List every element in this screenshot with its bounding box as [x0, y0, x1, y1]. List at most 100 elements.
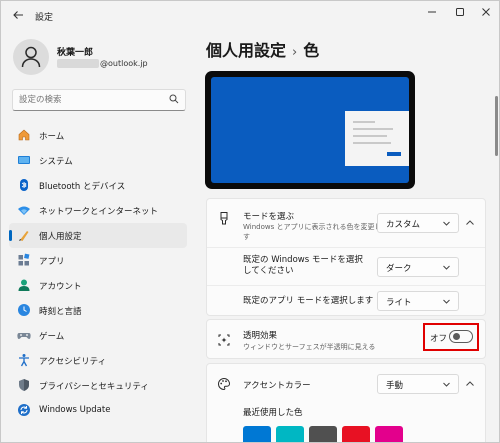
breadcrumb-current: 色: [303, 41, 320, 60]
user-icon: [21, 46, 41, 68]
color-swatch[interactable]: [309, 426, 337, 442]
mode-description: Windows とアプリに表示される色を変更します: [243, 223, 389, 241]
theme-preview: [205, 71, 415, 189]
sidebar-item-time-language[interactable]: 時刻と言語: [9, 298, 187, 323]
accessibility-icon: [19, 354, 29, 367]
account-icon: [18, 279, 30, 291]
time-language-icon: [18, 304, 30, 316]
accent-row[interactable]: アクセントカラー 手動: [207, 364, 485, 404]
sidebar-item-label: Windows Update: [39, 405, 111, 415]
chevron-up-icon[interactable]: [465, 379, 475, 389]
system-icon: [18, 156, 30, 164]
transparency-highlight: オフ: [423, 323, 479, 351]
sidebar-item-personalization[interactable]: 個人用設定: [9, 223, 187, 248]
sidebar-item-label: プライバシーとセキュリティ: [39, 382, 149, 392]
app-mode-dropdown[interactable]: ライト: [377, 291, 459, 311]
sidebar-item-label: アプリ: [39, 257, 65, 267]
sidebar-item-gaming[interactable]: ゲーム: [9, 323, 187, 348]
preview-desktop: [211, 77, 409, 183]
network-icon: [18, 206, 30, 215]
avatar: [13, 39, 49, 75]
sidebar-item-label: アクセシビリティ: [39, 357, 107, 367]
paintbrush-icon: [220, 212, 228, 225]
user-email: @outlook.jp: [57, 59, 148, 68]
toggle-knob: [453, 333, 460, 340]
mode-title: モードを選ぶ: [243, 212, 295, 222]
personalization-icon: [19, 231, 29, 241]
palette-icon: [218, 377, 231, 391]
accent-dropdown[interactable]: 手動: [377, 374, 459, 394]
mode-row[interactable]: モードを選ぶ Windows とアプリに表示される色を変更します カスタム: [207, 199, 485, 247]
accent-dropdown-value: 手動: [386, 381, 404, 391]
bluetooth-icon: [20, 179, 28, 191]
transparency-title: 透明効果: [243, 331, 278, 341]
page-title: 個人用設定 › 色: [206, 37, 319, 61]
toggle-state-label: オフ: [430, 334, 448, 344]
sidebar-item-accessibility[interactable]: アクセシビリティ: [9, 348, 187, 373]
back-arrow-icon[interactable]: [11, 9, 25, 23]
sidebar-item-bluetooth[interactable]: Bluetooth とデバイス: [9, 173, 187, 198]
title-bar: 設定: [1, 1, 499, 31]
scrollbar[interactable]: [495, 96, 498, 156]
app-mode-value: ライト: [386, 298, 412, 308]
home-icon: [18, 129, 30, 141]
minimize-button[interactable]: [421, 5, 443, 23]
transparency-toggle[interactable]: [449, 330, 473, 343]
chevron-down-icon: [443, 221, 450, 226]
breadcrumb-separator: ›: [292, 45, 298, 60]
windows-mode-dropdown[interactable]: ダーク: [377, 257, 459, 277]
search-icon[interactable]: [169, 94, 179, 104]
sidebar-item-label: 個人用設定: [39, 232, 82, 242]
sidebar-item-network[interactable]: ネットワークとインターネット: [9, 198, 187, 223]
chevron-down-icon: [443, 382, 450, 387]
sidebar-item-label: ネットワークとインターネット: [39, 207, 159, 217]
accent-title: アクセントカラー: [243, 381, 311, 391]
settings-window: 設定 秋葉一郎 @outlook.jp ホーム システム: [0, 0, 500, 443]
transparency-effects-icon: [218, 334, 230, 346]
chevron-down-icon: [443, 299, 450, 304]
settings-search[interactable]: [12, 89, 186, 111]
email-suffix: @outlook.jp: [100, 59, 148, 68]
windows-update-icon: [18, 404, 30, 416]
close-button[interactable]: [475, 5, 497, 23]
mode-dropdown-value: カスタム: [386, 220, 421, 230]
sidebar-item-system[interactable]: システム: [9, 148, 187, 173]
color-swatch[interactable]: [243, 426, 271, 442]
sidebar-item-label: ゲーム: [39, 332, 65, 342]
sidebar-item-windows-update[interactable]: Windows Update: [9, 398, 187, 423]
chevron-down-icon: [443, 265, 450, 270]
breadcrumb-parent[interactable]: 個人用設定: [206, 41, 286, 60]
windows-mode-value: ダーク: [386, 264, 412, 274]
windows-mode-label: 既定の Windows モードを選択してください: [243, 255, 363, 276]
accent-card: アクセントカラー 手動 最近使用した色: [206, 363, 486, 442]
sidebar-item-home[interactable]: ホーム: [9, 123, 187, 148]
sidebar-item-accounts[interactable]: アカウント: [9, 273, 187, 298]
apps-icon: [18, 253, 30, 266]
sidebar-item-label: システム: [39, 157, 73, 167]
sidebar-item-apps[interactable]: アプリ: [9, 248, 187, 273]
maximize-button[interactable]: [449, 5, 471, 23]
gaming-icon: [17, 333, 31, 339]
sidebar-nav: ホーム システム Bluetooth とデバイス ネットワークとインターネット …: [9, 123, 187, 423]
chevron-up-icon[interactable]: [465, 218, 475, 228]
color-swatch[interactable]: [276, 426, 304, 442]
mode-card: モードを選ぶ Windows とアプリに表示される色を変更します カスタム 既定…: [206, 198, 486, 316]
sidebar-item-label: Bluetooth とデバイス: [39, 182, 126, 192]
privacy-icon: [19, 379, 29, 391]
user-name: 秋葉一郎: [57, 48, 94, 58]
sidebar-item-label: ホーム: [39, 132, 65, 142]
app-title: 設定: [35, 13, 54, 23]
recent-colors-label: 最近使用した色: [243, 408, 303, 418]
color-swatch[interactable]: [342, 426, 370, 442]
app-mode-label: 既定のアプリ モードを選択します: [243, 296, 374, 306]
redacted-email: [57, 59, 99, 68]
mode-dropdown[interactable]: カスタム: [377, 213, 459, 233]
search-input[interactable]: [19, 93, 169, 107]
color-swatch[interactable]: [375, 426, 403, 442]
sidebar-item-label: アカウント: [39, 282, 82, 292]
app-mode-row: 既定のアプリ モードを選択します ライト: [207, 285, 485, 316]
windows-mode-row: 既定の Windows モードを選択してください ダーク: [207, 247, 485, 285]
transparency-description: ウィンドウとサーフェスが半透明に見える: [243, 343, 376, 351]
preview-window: [345, 111, 409, 166]
sidebar-item-privacy[interactable]: プライバシーとセキュリティ: [9, 373, 187, 398]
